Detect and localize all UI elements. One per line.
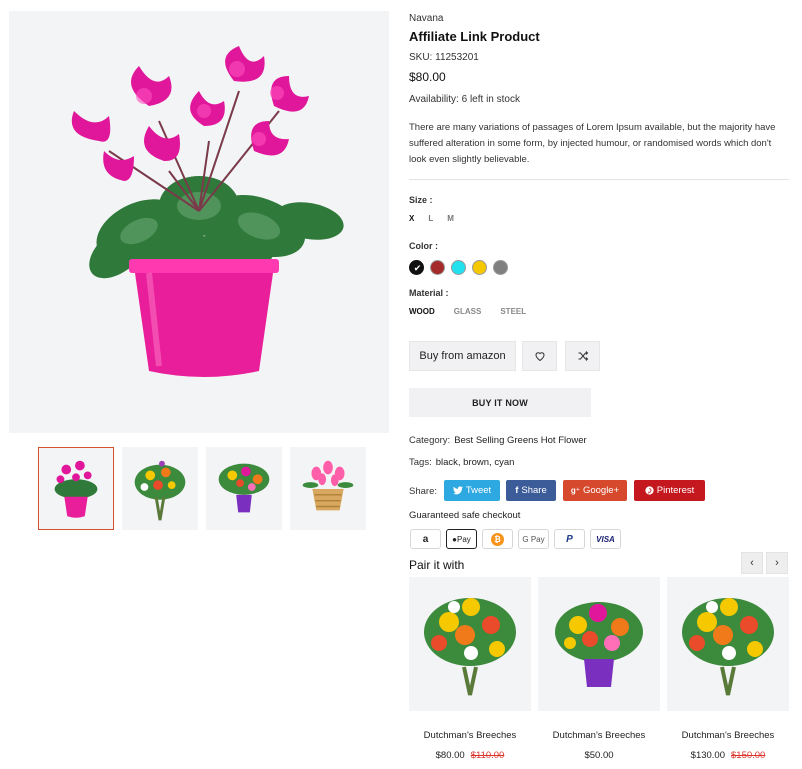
color-swatch-cyan[interactable]: [451, 260, 466, 275]
size-option-x[interactable]: X: [409, 214, 414, 223]
carousel-next-button[interactable]: ›: [766, 552, 788, 574]
material-options: WOOD GLASS STEEL: [409, 307, 526, 316]
color-options: ✔: [409, 260, 508, 275]
product-sku: SKU: 11253201: [409, 52, 479, 63]
checkmark-icon: ✔: [413, 263, 422, 273]
pair-product-name[interactable]: Dutchman's Breeches: [538, 730, 660, 741]
size-option-l[interactable]: L: [428, 214, 433, 223]
color-swatch-gray[interactable]: [493, 260, 508, 275]
google-plus-icon: g⁺: [570, 486, 580, 495]
category-row: Category: Best Selling Greens Hot Flower: [409, 435, 587, 446]
pair-product-name[interactable]: Dutchman's Breeches: [409, 730, 531, 741]
pair-product-image[interactable]: [538, 577, 660, 711]
current-price: $130.00: [690, 750, 725, 761]
tags-row: Tags: black, brown, cyan: [409, 457, 514, 468]
color-label: Color :: [409, 241, 438, 251]
product-vendor[interactable]: Navana: [409, 13, 443, 24]
tweet-label: Tweet: [465, 485, 492, 496]
facebook-share-label: Share: [521, 485, 547, 496]
current-price: $50.00: [584, 750, 614, 761]
pair-product-card: Dutchman's Breeches $130.00 $150.00: [667, 577, 789, 761]
color-swatch-yellow[interactable]: [472, 260, 487, 275]
material-option-steel[interactable]: STEEL: [500, 307, 526, 316]
thumbnail-strip: [38, 447, 366, 530]
main-product-image[interactable]: [9, 11, 389, 433]
facebook-share-button[interactable]: f Share: [506, 480, 556, 501]
divider: [409, 179, 789, 180]
amazon-pay-icon: a: [410, 529, 441, 549]
product-title: Affiliate Link Product: [409, 29, 540, 44]
current-price: $80.00: [435, 750, 465, 761]
category-value[interactable]: Best Selling Greens Hot Flower: [454, 435, 587, 446]
thumbnail-1[interactable]: [38, 447, 114, 530]
pair-product-card: Dutchman's Breeches $80.00 $110.00: [409, 577, 531, 761]
category-label: Category:: [409, 435, 451, 446]
material-option-wood[interactable]: WOOD: [409, 307, 435, 316]
color-swatch-black[interactable]: ✔: [409, 260, 424, 275]
payment-icons: a ● Pay ₿ G Pay P VISA: [410, 529, 621, 549]
mixed-bouquet-icon: [424, 598, 516, 696]
size-option-m[interactable]: M: [447, 214, 454, 223]
tags-label: Tags:: [409, 457, 432, 468]
apple-pay-icon: ● Pay: [446, 529, 477, 549]
pair-product-price: $80.00 $110.00: [409, 750, 531, 761]
product-price: $80.00: [409, 70, 446, 84]
material-label: Material :: [409, 288, 449, 298]
mixed-bouquet-icon: [134, 460, 186, 521]
apple-pay-label: Pay: [457, 534, 471, 544]
availability-text: Availability: 6 left in stock: [409, 94, 520, 105]
facebook-icon: f: [515, 485, 519, 496]
chevron-left-icon: ‹: [750, 557, 754, 569]
pair-it-with-heading: Pair it with: [409, 558, 465, 572]
wishlist-button[interactable]: [522, 341, 557, 371]
size-options: X L M: [409, 214, 454, 223]
carousel-prev-button[interactable]: ‹: [741, 552, 763, 574]
tags-value[interactable]: black, brown, cyan: [436, 457, 515, 468]
shuffle-icon: [578, 351, 588, 361]
product-description: There are many variations of passages of…: [409, 122, 776, 165]
pair-product-price: $130.00 $150.00: [667, 750, 789, 761]
pink-cyclamen-pot-icon: [71, 46, 344, 377]
pinterest-button[interactable]: Pinterest: [634, 480, 705, 501]
pinterest-icon: [645, 486, 654, 495]
pink-cyclamen-pot-icon: [54, 460, 98, 518]
mixed-bouquet-icon: [682, 598, 774, 696]
paypal-icon: P: [554, 529, 585, 549]
heart-icon: [534, 352, 545, 362]
pair-product-image[interactable]: [667, 577, 789, 711]
pair-product-price: $50.00: [538, 750, 660, 761]
buy-it-now-button[interactable]: BUY IT NOW: [409, 388, 591, 417]
twitter-icon: [452, 486, 463, 495]
guaranteed-checkout-label: Guaranteed safe checkout: [409, 510, 521, 521]
pair-product-name[interactable]: Dutchman's Breeches: [667, 730, 789, 741]
google-plus-button[interactable]: g⁺ Google+: [563, 480, 627, 501]
pair-product-card: Dutchman's Breeches $50.00: [538, 577, 660, 761]
material-option-glass[interactable]: GLASS: [454, 307, 482, 316]
bitcoin-icon: ₿: [482, 529, 513, 549]
pinterest-label: Pinterest: [656, 485, 695, 496]
tweet-button[interactable]: Tweet: [444, 480, 500, 501]
pair-product-list: Dutchman's Breeches $80.00 $110.00 Dutchm…: [409, 577, 789, 761]
pair-product-image[interactable]: [409, 577, 531, 711]
purple-vase-bouquet-icon: [555, 602, 643, 687]
size-label: Size :: [409, 195, 433, 205]
compare-button[interactable]: [565, 341, 600, 371]
thumbnail-2[interactable]: [122, 447, 198, 530]
google-plus-label: Google+: [582, 485, 620, 496]
chevron-right-icon: ›: [775, 557, 779, 569]
google-pay-icon: G Pay: [518, 529, 549, 549]
buy-from-amazon-button[interactable]: Buy from amazon: [409, 341, 516, 371]
tulip-basket-icon: [302, 460, 354, 511]
thumbnail-4[interactable]: [290, 447, 366, 530]
thumbnail-3[interactable]: [206, 447, 282, 530]
old-price: $150.00: [731, 750, 766, 761]
old-price: $110.00: [470, 750, 505, 761]
visa-icon: VISA: [590, 529, 621, 549]
purple-vase-bouquet-icon: [218, 463, 270, 513]
color-swatch-brown[interactable]: [430, 260, 445, 275]
share-label: Share:: [409, 486, 437, 497]
